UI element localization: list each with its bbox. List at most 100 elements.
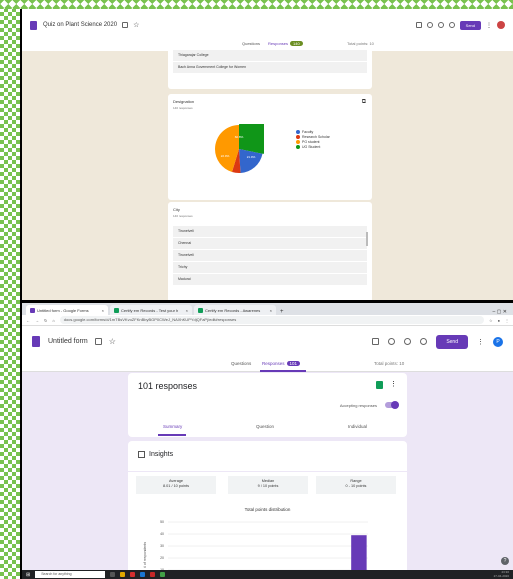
tab-responses[interactable]: Responses 140 bbox=[268, 41, 303, 46]
subtab-question[interactable]: Question bbox=[256, 424, 274, 429]
back-icon[interactable]: ← bbox=[26, 318, 30, 323]
forms-favicon bbox=[30, 307, 35, 313]
office-icon[interactable] bbox=[150, 572, 156, 577]
star-icon[interactable]: ☆ bbox=[109, 337, 116, 346]
home-icon[interactable]: ⌂ bbox=[52, 318, 54, 323]
close-icon[interactable]: × bbox=[186, 308, 188, 313]
insights-header: Insights bbox=[128, 441, 407, 471]
addon-icon[interactable] bbox=[415, 22, 422, 28]
accepting-toggle[interactable] bbox=[385, 401, 399, 409]
y-tick-label: 50 bbox=[160, 520, 164, 524]
tab-responses-label: Responses bbox=[268, 41, 289, 46]
browser-tab[interactable]: Certify em Records - Awarenes × bbox=[194, 305, 276, 315]
help-icon[interactable]: ? bbox=[501, 557, 509, 565]
form-title[interactable]: Untitled form bbox=[48, 338, 88, 345]
college-card: Thiagarajar College Bach Anna Government… bbox=[168, 47, 372, 89]
subtab-indicator bbox=[158, 434, 186, 436]
form-app-bar: Untitled form ☆ Send ⋮ P bbox=[22, 326, 513, 357]
response-count: 140 responses bbox=[173, 106, 193, 110]
chrome-icon[interactable] bbox=[160, 572, 166, 577]
tab-responses[interactable]: Responses 101 bbox=[262, 361, 301, 366]
url-input[interactable]: docs.google.com/forms/d/1mTBsVKvoZFKnBby… bbox=[59, 316, 484, 324]
start-icon[interactable]: ⊞ bbox=[26, 572, 30, 578]
stat-value: 9 / 10 points bbox=[257, 484, 279, 488]
bottom-screenshot: Untitled form - Google Forms × Certify em… bbox=[22, 303, 513, 579]
browser-tab[interactable]: Certify em Records - Test your h × bbox=[110, 305, 192, 315]
edge-icon[interactable] bbox=[140, 572, 146, 577]
sheets-icon[interactable] bbox=[376, 381, 383, 389]
subtab-individual[interactable]: Individual bbox=[348, 424, 367, 429]
reload-icon[interactable]: ↻ bbox=[44, 318, 47, 323]
opera-icon[interactable] bbox=[130, 572, 136, 577]
tab-questions[interactable]: Questions bbox=[242, 41, 260, 46]
list-item: Chennai bbox=[173, 238, 367, 249]
tab-title: Untitled form - Google Forms bbox=[37, 307, 89, 313]
address-bar-row: ← → ↻ ⌂ docs.google.com/forms/d/1mTBsVKv… bbox=[22, 315, 513, 326]
pie-label: 60.8% bbox=[235, 135, 244, 139]
stat-value: 0 - 10 points bbox=[345, 484, 367, 488]
designation-pie: 60.8% 22.9% 21.9% bbox=[214, 124, 264, 174]
tab-questions[interactable]: Questions bbox=[231, 361, 251, 366]
scrollbar[interactable] bbox=[366, 232, 368, 246]
responses-card: 101 responses ⋮ Accepting responses Summ… bbox=[128, 373, 407, 437]
active-tab-indicator bbox=[260, 370, 306, 372]
window-controls-icon[interactable]: – ▢ ✕ bbox=[493, 309, 507, 315]
taskbar-search-text: Search for anything bbox=[41, 572, 72, 576]
task-view-icon[interactable] bbox=[110, 572, 116, 577]
folder-icon[interactable] bbox=[94, 338, 102, 345]
folder-icon[interactable] bbox=[122, 22, 129, 28]
legend-label: Faculty bbox=[302, 130, 314, 134]
avatar[interactable]: P bbox=[493, 336, 503, 347]
list-item: Tirunelveli bbox=[173, 250, 367, 261]
y-tick-label: 40 bbox=[160, 532, 164, 536]
stat-value: 8.01 / 10 points bbox=[163, 484, 189, 488]
legend-dot bbox=[296, 135, 300, 140]
subtab-summary[interactable]: Summary bbox=[163, 424, 182, 429]
clock: 23:30 27-04-2020 bbox=[493, 570, 509, 578]
distribution-title: Total points distribution bbox=[244, 507, 291, 512]
avatar[interactable] bbox=[497, 21, 505, 29]
browser-tab[interactable]: Untitled form - Google Forms × bbox=[26, 305, 108, 315]
vertical-divider bbox=[20, 9, 22, 579]
legend-label: PG student bbox=[302, 140, 320, 144]
copy-icon[interactable]: ⧉ bbox=[362, 99, 366, 106]
palette-icon[interactable] bbox=[426, 22, 433, 28]
sheets-favicon bbox=[114, 307, 119, 313]
tab-title: Certify em Records - Awarenes bbox=[205, 307, 261, 313]
browser-tab-strip: Untitled form - Google Forms × Certify em… bbox=[22, 303, 513, 315]
send-button[interactable]: Send bbox=[459, 20, 481, 30]
bookmark-star-icon[interactable]: ☆ bbox=[489, 318, 493, 323]
explorer-icon[interactable] bbox=[120, 572, 126, 577]
more-icon[interactable]: ⋮ bbox=[486, 22, 492, 29]
toggle-knob bbox=[391, 401, 399, 409]
forward-icon[interactable]: → bbox=[35, 318, 39, 323]
close-icon[interactable]: × bbox=[270, 308, 272, 313]
accepting-label: Accepting responses bbox=[339, 403, 377, 408]
star-icon[interactable]: ☆ bbox=[133, 21, 139, 29]
forms-doc-icon bbox=[30, 20, 37, 30]
addon-icon[interactable] bbox=[372, 338, 380, 345]
top-background-pattern bbox=[0, 0, 513, 9]
list-item: Madurai bbox=[173, 274, 367, 285]
pie-label: 21.9% bbox=[247, 155, 256, 159]
settings-icon[interactable] bbox=[448, 22, 455, 28]
list-item: Thiagarajar College bbox=[173, 50, 367, 61]
palette-icon[interactable] bbox=[388, 338, 396, 345]
insights-title: Insights bbox=[149, 451, 174, 458]
close-icon[interactable]: × bbox=[102, 308, 104, 313]
preview-icon[interactable] bbox=[404, 338, 412, 345]
settings-icon[interactable] bbox=[420, 338, 428, 345]
menu-icon[interactable]: ⋮ bbox=[505, 318, 509, 323]
profile-icon[interactable]: ● bbox=[498, 318, 500, 323]
taskbar-search[interactable]: Search for anything bbox=[35, 571, 106, 578]
send-button[interactable]: Send bbox=[436, 334, 468, 349]
form-title: Quiz on Plant Science 2020 bbox=[43, 22, 118, 28]
more-icon[interactable]: ⋮ bbox=[390, 380, 397, 388]
preview-icon[interactable] bbox=[437, 22, 444, 28]
clock-date: 27-04-2020 bbox=[493, 573, 509, 578]
new-tab-icon[interactable]: + bbox=[280, 309, 284, 315]
horizontal-divider bbox=[20, 300, 513, 303]
more-icon[interactable]: ⋮ bbox=[477, 338, 484, 346]
legend-item: UG Student bbox=[296, 145, 330, 150]
responses-heading: 101 responses bbox=[138, 381, 198, 391]
